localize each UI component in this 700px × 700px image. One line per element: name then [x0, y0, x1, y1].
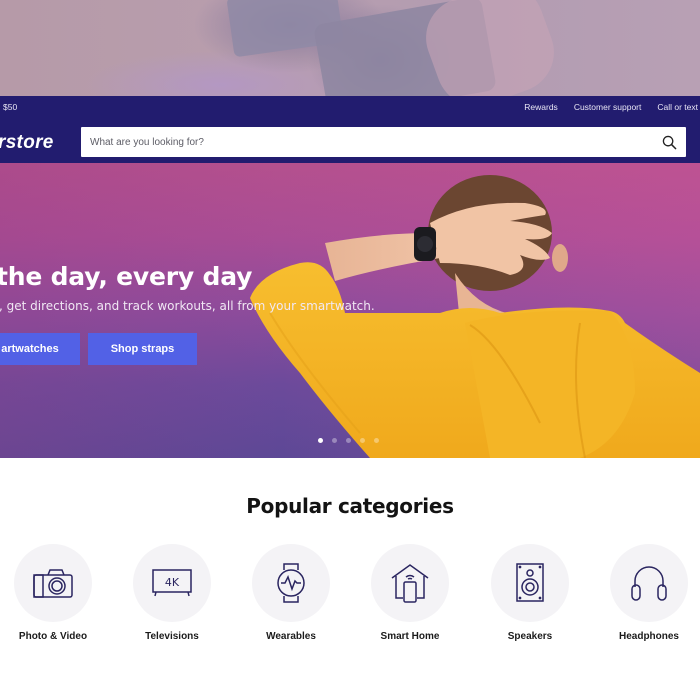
- category-headphones[interactable]: Headphones: [610, 544, 688, 642]
- smartwatch-icon: [277, 563, 305, 603]
- rewards-link[interactable]: Rewards: [524, 102, 558, 112]
- hero-subtitle: , get directions, and track workouts, al…: [0, 299, 375, 313]
- category-icon-circle: [252, 544, 330, 622]
- category-label: Speakers: [507, 631, 553, 642]
- category-smart-home[interactable]: Smart Home: [371, 544, 449, 642]
- carousel-dot-4[interactable]: [360, 438, 365, 443]
- tv-4k-icon: 4K: [152, 569, 192, 597]
- search-input[interactable]: [81, 127, 641, 157]
- headphones-icon: [631, 566, 667, 601]
- carousel-dot-3[interactable]: [346, 438, 351, 443]
- category-icon-circle: 4K: [133, 544, 211, 622]
- carousel-dot-2[interactable]: [332, 438, 337, 443]
- category-label: Smart Home: [380, 631, 440, 642]
- shop-smartwatches-button[interactable]: artwatches: [0, 333, 80, 365]
- carousel-indicators: [318, 438, 379, 443]
- category-televisions[interactable]: 4K Televisions: [133, 544, 211, 642]
- category-icon-circle: [14, 544, 92, 622]
- search-icon: [662, 135, 676, 149]
- svg-text:4K: 4K: [165, 576, 180, 589]
- hero-title: the day, every day: [0, 262, 253, 291]
- shop-straps-button[interactable]: Shop straps: [88, 333, 197, 365]
- smart-home-icon: [391, 564, 429, 603]
- speaker-icon: [516, 563, 544, 602]
- category-label: Wearables: [266, 631, 316, 642]
- search-bar: [81, 127, 686, 157]
- category-label: Headphones: [618, 631, 679, 642]
- category-speakers[interactable]: Speakers: [491, 544, 569, 642]
- category-icon-circle: [371, 544, 449, 622]
- carousel-dot-1[interactable]: [318, 438, 323, 443]
- popular-categories-heading: Popular categories: [246, 494, 454, 518]
- customer-support-link[interactable]: Customer support: [574, 102, 642, 112]
- utility-nav: Rewards Customer support Call or text: [524, 102, 698, 112]
- call-or-text-link[interactable]: Call or text: [657, 102, 698, 112]
- site-header: $50 Rewards Customer support Call or tex…: [0, 96, 700, 163]
- blurred-backdrop: [0, 0, 700, 96]
- category-icon-circle: [491, 544, 569, 622]
- hero-banner: the day, every day , get directions, and…: [0, 163, 700, 458]
- carousel-dot-5[interactable]: [374, 438, 379, 443]
- store-logo[interactable]: rstore: [0, 132, 54, 154]
- promo-text: $50: [3, 102, 18, 112]
- category-photo-video[interactable]: Photo & Video: [14, 544, 92, 642]
- category-icon-circle: [610, 544, 688, 622]
- camera-icon: [33, 569, 73, 598]
- category-label: Photo & Video: [18, 631, 88, 642]
- search-button[interactable]: [660, 133, 678, 151]
- category-label: Televisions: [145, 631, 199, 642]
- category-wearables[interactable]: Wearables: [252, 544, 330, 642]
